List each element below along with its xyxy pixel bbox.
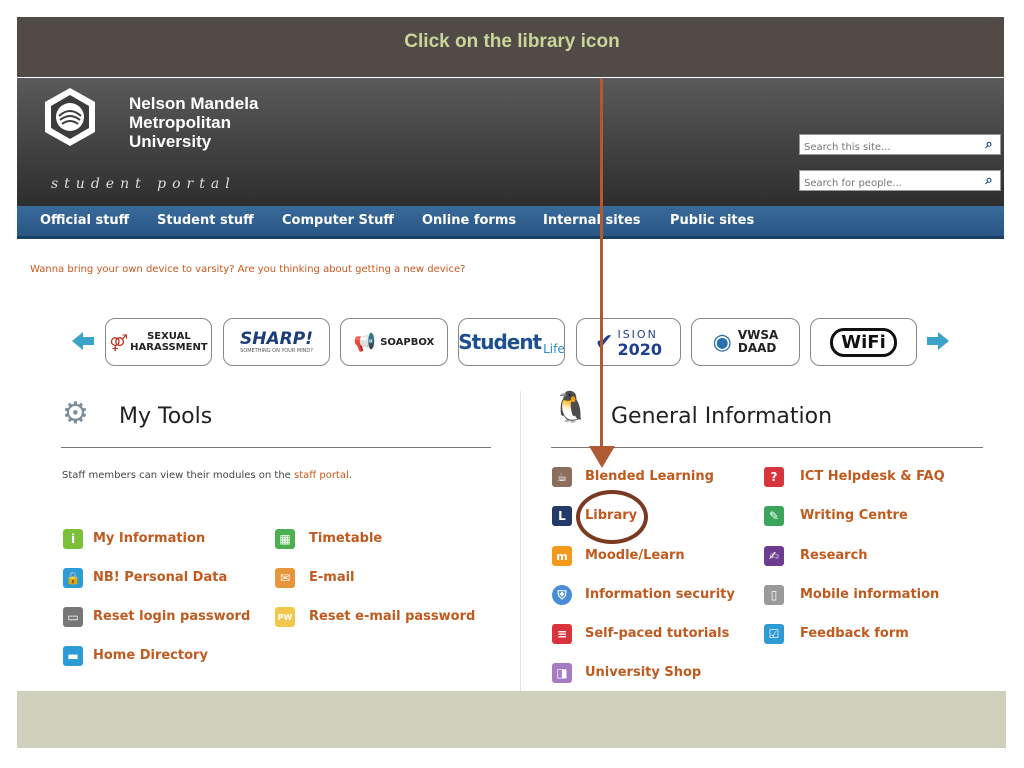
book-icon[interactable]: ≡ bbox=[552, 624, 572, 644]
megaphone-icon: 📢 bbox=[353, 331, 377, 353]
writing-centre-link[interactable]: Writing Centre bbox=[800, 508, 908, 523]
mobile-icon[interactable]: ▯ bbox=[764, 585, 784, 605]
blended-learning-link[interactable]: Blended Learning bbox=[585, 469, 714, 484]
carousel-prev-icon[interactable] bbox=[72, 332, 94, 350]
mobile-information-link[interactable]: Mobile information bbox=[800, 587, 939, 602]
university-name-line: Metropolitan bbox=[129, 113, 231, 132]
timetable-icon[interactable]: ▦ bbox=[275, 529, 295, 549]
general-information-heading: General Information bbox=[611, 404, 833, 429]
info-icon[interactable]: i bbox=[63, 529, 83, 549]
checkbox-icon[interactable]: ☑ bbox=[764, 624, 784, 644]
personal-data-link[interactable]: NB! Personal Data bbox=[93, 570, 227, 585]
envelope-icon[interactable]: ✉ bbox=[275, 568, 295, 588]
banner-text: 2020 bbox=[617, 340, 662, 359]
university-logo[interactable] bbox=[39, 86, 101, 148]
library-icon[interactable]: L bbox=[552, 506, 572, 526]
banner-text: SOMETHING ON YOUR MIND? bbox=[240, 347, 313, 354]
penguin-icon: 🐧 bbox=[552, 390, 590, 425]
staff-note-text: . bbox=[348, 470, 352, 481]
checkmark-icon: ✔ bbox=[595, 329, 614, 355]
banner-soapbox[interactable]: 📢 SOAPBOX bbox=[340, 318, 448, 366]
people-search-input[interactable] bbox=[800, 174, 980, 193]
home-directory-link[interactable]: Home Directory bbox=[93, 648, 208, 663]
shopping-bag-icon[interactable]: ◨ bbox=[552, 663, 572, 683]
gender-symbols-icon: ⚤ bbox=[109, 332, 129, 352]
ict-helpdesk-link[interactable]: ICT Helpdesk & FAQ bbox=[800, 469, 945, 484]
banner-wifi[interactable]: WiFi bbox=[810, 318, 917, 366]
moodle-learn-link[interactable]: Moodle/Learn bbox=[585, 548, 685, 563]
banner-text: Life bbox=[543, 342, 565, 356]
pw-envelope-icon[interactable]: PW bbox=[275, 607, 295, 627]
question-icon[interactable]: ? bbox=[764, 467, 784, 487]
column-divider bbox=[520, 391, 521, 691]
banner-vision-2020[interactable]: ✔ ISION 2020 bbox=[576, 318, 681, 366]
lock-icon[interactable]: 🔒 bbox=[63, 568, 83, 588]
information-security-link[interactable]: Information security bbox=[585, 587, 735, 602]
staff-portal-link[interactable]: staff portal bbox=[294, 470, 349, 481]
research-link[interactable]: Research bbox=[800, 548, 868, 563]
student-portal-page: Nelson Mandela Metropolitan University s… bbox=[17, 78, 1004, 691]
nav-internal-sites[interactable]: Internal sites bbox=[543, 213, 641, 228]
search-icon[interactable]: ⌕ bbox=[981, 136, 997, 153]
my-tools-rule bbox=[61, 447, 491, 448]
nav-online-forms[interactable]: Online forms bbox=[422, 213, 516, 228]
pointer-arrow-line bbox=[600, 78, 603, 460]
banner-vwsa-daad[interactable]: ◉ VWSA DAAD bbox=[691, 318, 800, 366]
carousel-next-icon[interactable] bbox=[927, 332, 949, 350]
banner-student-life[interactable]: Student Life bbox=[458, 318, 565, 366]
portal-label: student portal bbox=[51, 176, 236, 192]
moodle-icon[interactable]: m bbox=[552, 546, 572, 566]
folder-icon[interactable]: ▬ bbox=[63, 646, 83, 666]
self-paced-tutorials-link[interactable]: Self-paced tutorials bbox=[585, 626, 729, 641]
library-highlight-circle bbox=[576, 490, 648, 544]
site-search-box[interactable]: ⌕ bbox=[799, 134, 1001, 157]
pointer-arrow-icon bbox=[589, 446, 615, 468]
university-name-line: University bbox=[129, 132, 212, 151]
reset-login-password-link[interactable]: Reset login password bbox=[93, 609, 250, 624]
university-shop-link[interactable]: University Shop bbox=[585, 665, 701, 680]
university-name-line: Nelson Mandela bbox=[129, 94, 259, 113]
banner-sexual-harassment[interactable]: ⚤ SEXUAL HARASSMENT bbox=[105, 318, 212, 366]
instruction-caption: Click on the library icon bbox=[404, 31, 620, 52]
reset-email-password-link[interactable]: Reset e-mail password bbox=[309, 609, 475, 624]
banner-sharp[interactable]: SHARP! SOMETHING ON YOUR MIND? bbox=[223, 318, 330, 366]
my-tools-heading: My Tools bbox=[119, 404, 213, 429]
banner-text: SHARP! bbox=[240, 328, 313, 349]
promo-text[interactable]: Wanna bring your own device to varsity? … bbox=[30, 264, 465, 275]
nav-official-stuff[interactable]: Official stuff bbox=[40, 213, 129, 228]
search-icon[interactable]: ⌕ bbox=[981, 172, 997, 189]
general-information-rule bbox=[551, 447, 983, 448]
feedback-form-link[interactable]: Feedback form bbox=[800, 626, 909, 641]
people-search-box[interactable]: ⌕ bbox=[799, 170, 1001, 193]
research-icon[interactable]: ✍ bbox=[764, 546, 784, 566]
shield-icon[interactable]: ⛨ bbox=[552, 585, 572, 605]
banner-text: DAAD bbox=[737, 341, 777, 355]
nav-computer-stuff[interactable]: Computer Stuff bbox=[282, 213, 394, 228]
staff-note: Staff members can view their modules on … bbox=[62, 470, 352, 481]
banner-text: WiFi bbox=[830, 327, 897, 357]
pencil-icon[interactable]: ✎ bbox=[764, 506, 784, 526]
staff-note-text: Staff members can view their modules on … bbox=[62, 470, 295, 481]
university-name: Nelson Mandela Metropolitan University bbox=[129, 94, 258, 151]
nav-public-sites[interactable]: Public sites bbox=[670, 213, 754, 228]
main-nav: Official stuff Student stuff Computer St… bbox=[17, 206, 1004, 239]
coffee-cup-icon[interactable]: ☕ bbox=[552, 467, 572, 487]
monitor-icon[interactable]: ▭ bbox=[63, 607, 83, 627]
email-link[interactable]: E-mail bbox=[309, 570, 355, 585]
nav-student-stuff[interactable]: Student stuff bbox=[157, 213, 254, 228]
site-search-input[interactable] bbox=[800, 138, 980, 157]
my-information-link[interactable]: My Information bbox=[93, 531, 205, 546]
banner-text: HARASSMENT bbox=[130, 342, 208, 353]
slide-footer-bar bbox=[17, 691, 1006, 748]
banner-text: SEXUAL bbox=[147, 331, 191, 342]
gears-icon: ⚙ bbox=[62, 396, 89, 431]
banner-text: Student bbox=[458, 330, 542, 354]
banner-text: SOAPBOX bbox=[380, 336, 435, 348]
globe-icon: ◉ bbox=[712, 329, 732, 355]
timetable-link[interactable]: Timetable bbox=[309, 531, 382, 546]
portal-header: Nelson Mandela Metropolitan University s… bbox=[17, 78, 1004, 206]
